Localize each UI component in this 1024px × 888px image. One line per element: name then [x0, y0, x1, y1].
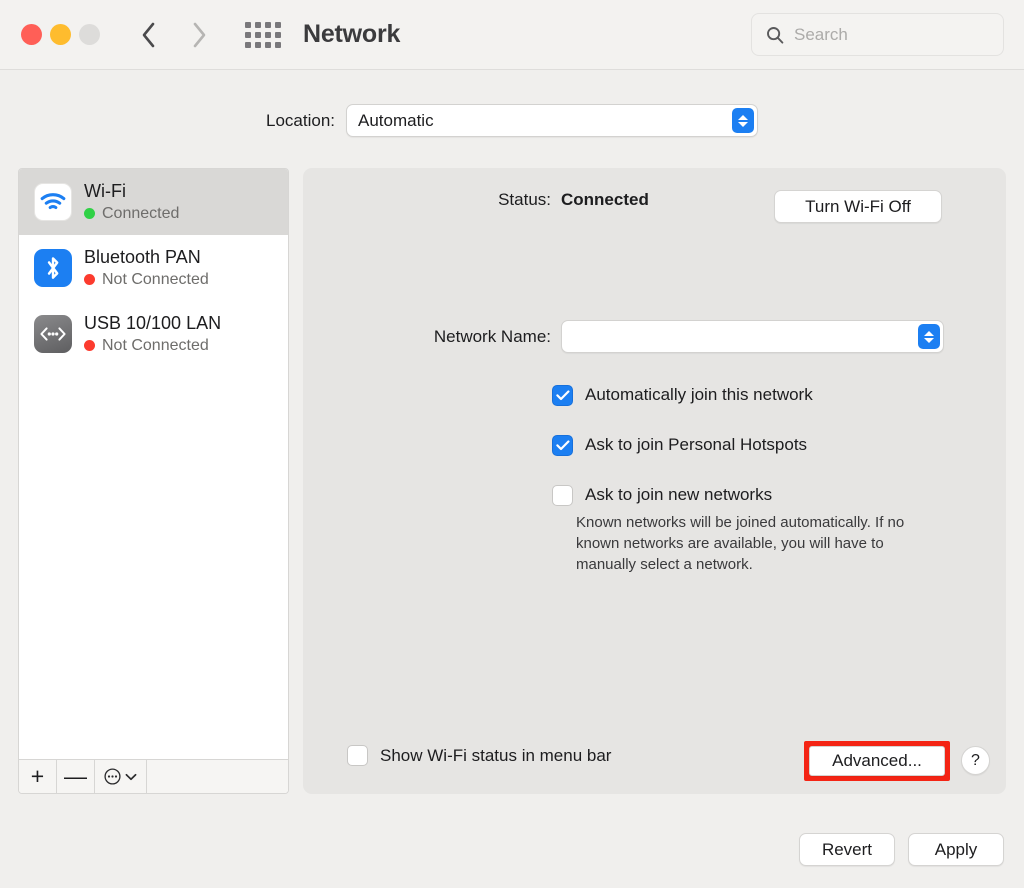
window-title: Network — [303, 20, 400, 49]
status-value: Connected — [561, 190, 649, 210]
show-wifi-status-checkbox[interactable] — [347, 745, 368, 766]
traffic-lights — [21, 24, 100, 45]
close-button[interactable] — [21, 24, 42, 45]
wifi-icon — [34, 183, 72, 221]
help-button[interactable]: ? — [961, 746, 990, 775]
network-name-label: Network Name: — [303, 327, 551, 347]
checkmark-icon — [556, 390, 570, 401]
back-button[interactable] — [137, 20, 159, 50]
service-status-text: Connected — [102, 204, 179, 223]
service-status-text: Not Connected — [102, 270, 209, 289]
remove-service-button[interactable]: — — [57, 760, 95, 793]
chevron-up-icon — [738, 115, 748, 120]
panel-bottom-row: Show Wi-Fi status in menu bar Advanced..… — [303, 741, 1006, 777]
add-service-button[interactable]: + — [19, 760, 57, 793]
minimize-button[interactable] — [50, 24, 71, 45]
network-name-stepper-icon[interactable] — [918, 324, 940, 349]
service-sidebar: Wi-Fi Connected Bluetooth PAN — [18, 168, 289, 794]
service-actions-button[interactable] — [95, 760, 147, 793]
network-name-row: Network Name: — [303, 320, 1006, 353]
checkbox-row-auto-join[interactable]: Automatically join this network — [552, 380, 813, 410]
chevron-down-icon — [738, 122, 748, 127]
footer-buttons: Revert Apply — [799, 833, 1004, 866]
auto-join-checkbox[interactable] — [552, 385, 573, 406]
forward-button[interactable] — [188, 20, 210, 50]
show-all-grid-icon[interactable] — [245, 22, 281, 48]
service-status: Not Connected — [84, 336, 221, 355]
plus-icon: + — [31, 765, 44, 788]
service-status: Not Connected — [84, 270, 209, 289]
ellipsis-circle-icon — [104, 768, 121, 785]
location-value: Automatic — [358, 111, 434, 131]
checkbox-row-personal-hotspots[interactable]: Ask to join Personal Hotspots — [552, 430, 813, 460]
sidebar-toolbar: + — — [19, 759, 288, 793]
location-row: Location: Automatic — [0, 104, 1024, 137]
personal-hotspots-label: Ask to join Personal Hotspots — [585, 435, 807, 455]
title-bar: Network Search — [0, 0, 1024, 70]
turn-wifi-off-button[interactable]: Turn Wi-Fi Off — [774, 190, 942, 223]
location-stepper-icon[interactable] — [732, 108, 754, 133]
zoom-button[interactable] — [79, 24, 100, 45]
chevron-up-icon — [924, 331, 934, 336]
service-name: USB 10/100 LAN — [84, 313, 221, 334]
checkmark-icon — [556, 440, 570, 451]
checkbox-row-show-status[interactable]: Show Wi-Fi status in menu bar — [347, 745, 611, 766]
wifi-settings-panel: Status: Connected Turn Wi-Fi Off Network… — [303, 168, 1006, 794]
new-networks-label: Ask to join new networks — [585, 485, 772, 505]
navigation-arrows — [137, 20, 210, 50]
checkbox-row-new-networks[interactable]: Ask to join new networks — [552, 480, 813, 510]
service-list: Wi-Fi Connected Bluetooth PAN — [19, 169, 288, 759]
advanced-button[interactable]: Advanced... — [809, 746, 945, 776]
revert-button[interactable]: Revert — [799, 833, 895, 866]
search-icon — [766, 26, 784, 44]
service-name: Wi-Fi — [84, 181, 179, 202]
apply-button[interactable]: Apply — [908, 833, 1004, 866]
search-placeholder: Search — [794, 25, 848, 45]
sidebar-toolbar-filler — [147, 760, 288, 793]
join-options-group: Automatically join this network Ask to j… — [552, 380, 813, 530]
service-name: Bluetooth PAN — [84, 247, 209, 268]
sidebar-item-bluetooth-pan[interactable]: Bluetooth PAN Not Connected — [19, 235, 288, 301]
chevron-down-icon — [125, 773, 137, 781]
ethernet-icon — [34, 315, 72, 353]
network-name-combo-box[interactable] — [561, 320, 944, 353]
service-status-text: Not Connected — [102, 336, 209, 355]
minus-icon: — — [64, 765, 87, 788]
auto-join-label: Automatically join this network — [585, 385, 813, 405]
status-dot-disconnected — [84, 274, 95, 285]
advanced-button-highlight: Advanced... — [804, 741, 950, 781]
network-preferences-window: Network Search Location: Automatic — [0, 0, 1024, 888]
status-label: Status: — [303, 190, 551, 210]
join-options-description: Known networks will be joined automatica… — [576, 512, 946, 575]
search-field[interactable]: Search — [751, 13, 1004, 56]
location-label: Location: — [266, 111, 335, 131]
service-status: Connected — [84, 204, 179, 223]
status-dot-connected — [84, 208, 95, 219]
sidebar-item-wifi[interactable]: Wi-Fi Connected — [19, 169, 288, 235]
new-networks-checkbox[interactable] — [552, 485, 573, 506]
sidebar-item-usb-lan[interactable]: USB 10/100 LAN Not Connected — [19, 301, 288, 367]
show-wifi-status-label: Show Wi-Fi status in menu bar — [380, 746, 611, 766]
status-dot-disconnected — [84, 340, 95, 351]
location-popup-button[interactable]: Automatic — [346, 104, 758, 137]
personal-hotspots-checkbox[interactable] — [552, 435, 573, 456]
chevron-down-icon — [924, 338, 934, 343]
bluetooth-icon — [34, 249, 72, 287]
